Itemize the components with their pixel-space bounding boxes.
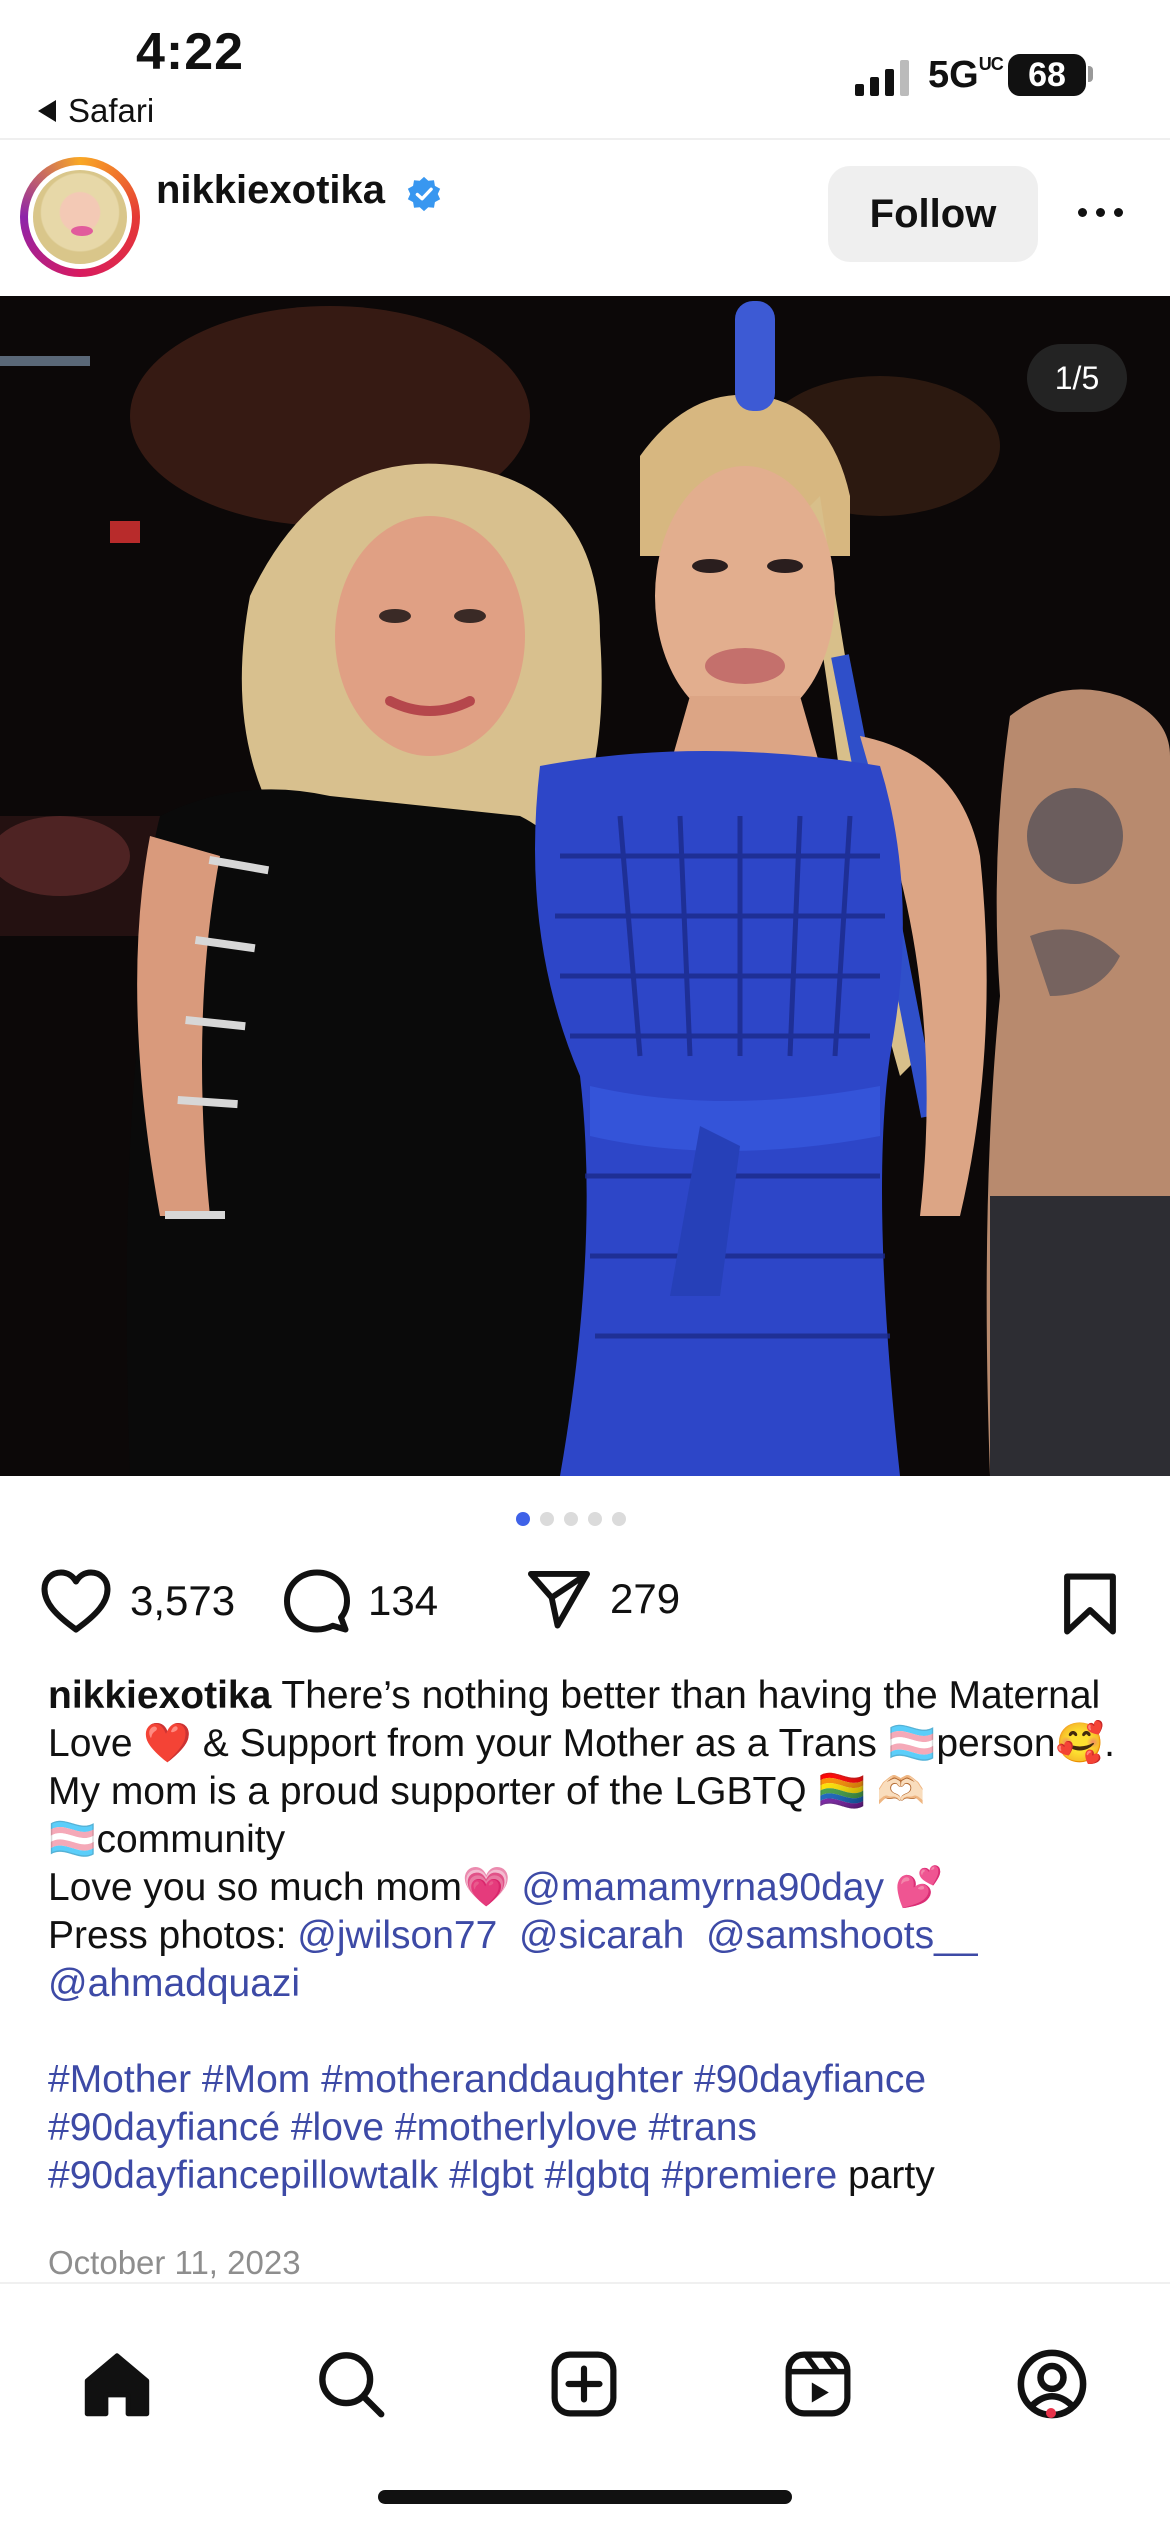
press-label: Press photos: xyxy=(48,1914,298,1957)
bookmark-icon[interactable] xyxy=(1062,1572,1118,1636)
back-arrow-icon xyxy=(38,100,56,122)
battery-level: 68 xyxy=(1008,54,1086,96)
caption-paragraph: nikkiexotika There’s nothing better than… xyxy=(48,1672,1128,1864)
comment-count[interactable]: 134 xyxy=(368,1577,438,1625)
caption-love-line: Love you so much mom💗 @mamamyrna90day 💕 xyxy=(48,1864,1128,1912)
notification-dot xyxy=(1046,2408,1056,2418)
mention-link[interactable]: @samshoots__ xyxy=(706,1914,978,1957)
caption-trailing-text: party xyxy=(837,2154,935,2197)
search-icon[interactable] xyxy=(311,2344,391,2424)
like-count[interactable]: 3,573 xyxy=(130,1577,235,1625)
comment-action[interactable]: 134 xyxy=(284,1568,438,1634)
media-page-counter: 1/5 xyxy=(1027,344,1127,412)
signal-strength-icon xyxy=(855,58,909,96)
carousel-dot xyxy=(588,1512,602,1526)
photo-illustration xyxy=(0,296,1170,1476)
mention-link[interactable]: @sicarah xyxy=(519,1914,684,1957)
post-photo[interactable] xyxy=(0,296,1170,1476)
mention-link[interactable]: @ahmadquazi xyxy=(48,1962,300,2005)
share-action[interactable]: 279 xyxy=(526,1568,680,1630)
carousel-indicator xyxy=(516,1512,626,1526)
caption-hashtags: #Mother #Mom #motheranddaughter #90dayfi… xyxy=(48,2056,1128,2200)
share-icon[interactable] xyxy=(526,1568,592,1630)
more-options-icon[interactable] xyxy=(1078,208,1123,217)
verified-badge-icon xyxy=(407,176,441,212)
hashtag-links[interactable]: #Mother #Mom #motheranddaughter #90dayfi… xyxy=(48,2058,926,2197)
reels-icon[interactable] xyxy=(778,2344,858,2424)
caption-love-emoji: 💕 xyxy=(883,1866,944,1909)
post-caption: nikkiexotika There’s nothing better than… xyxy=(48,1672,1128,2200)
carousel-dot xyxy=(612,1512,626,1526)
back-to-safari[interactable]: Safari xyxy=(38,92,154,130)
home-indicator[interactable] xyxy=(378,2490,792,2504)
home-icon[interactable] xyxy=(77,2344,157,2424)
carousel-dot xyxy=(540,1512,554,1526)
network-indicator: 5GUC xyxy=(928,54,1004,97)
create-icon[interactable] xyxy=(544,2344,624,2424)
network-label: 5G xyxy=(928,54,979,96)
caption-love-text: Love you so much mom💗 xyxy=(48,1866,522,1909)
header-divider xyxy=(0,138,1170,140)
battery-cap-icon xyxy=(1088,66,1093,82)
post-username[interactable]: nikkiexotika xyxy=(156,168,385,213)
follow-button[interactable]: Follow xyxy=(828,166,1038,262)
like-action[interactable]: 3,573 xyxy=(40,1568,235,1634)
post-date: October 11, 2023 xyxy=(48,2244,301,2281)
share-count[interactable]: 279 xyxy=(610,1575,680,1623)
avatar[interactable] xyxy=(28,165,132,269)
comment-icon[interactable] xyxy=(284,1568,350,1634)
status-time: 4:22 xyxy=(136,23,245,81)
back-app-label: Safari xyxy=(68,92,155,129)
mention-link[interactable]: @jwilson77 xyxy=(297,1914,497,1957)
carousel-dot xyxy=(564,1512,578,1526)
heart-icon[interactable] xyxy=(40,1568,112,1634)
network-suffix: UC xyxy=(978,54,1004,74)
caption-username[interactable]: nikkiexotika xyxy=(48,1674,271,1717)
caption-press-line: Press photos: @jwilson77 @sicarah @samsh… xyxy=(48,1912,1128,2008)
carousel-dot-active xyxy=(516,1512,530,1526)
mention-link[interactable]: @mamamyrna90day xyxy=(521,1866,884,1909)
